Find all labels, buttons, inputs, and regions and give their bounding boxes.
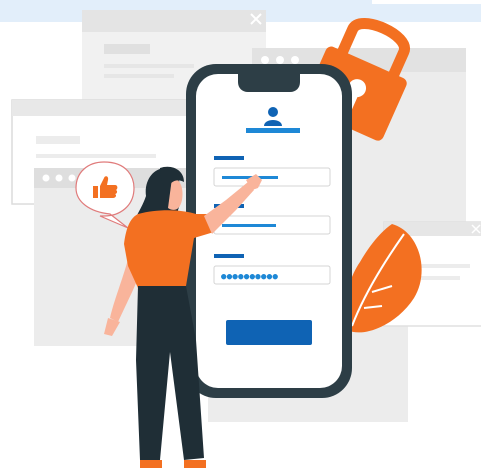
- top-strip-gap: [372, 0, 481, 4]
- field-label-1: [214, 156, 244, 160]
- field-label-3: [214, 254, 244, 258]
- submit-button[interactable]: [226, 320, 312, 345]
- form-title-bar: [246, 128, 300, 133]
- illustration-scene: ●●●●●●●●●●: [0, 0, 481, 475]
- password-mask: ●●●●●●●●●●: [221, 272, 278, 282]
- login-illustration: ●●●●●●●●●●: [0, 0, 481, 468]
- email-field-value: [222, 224, 276, 227]
